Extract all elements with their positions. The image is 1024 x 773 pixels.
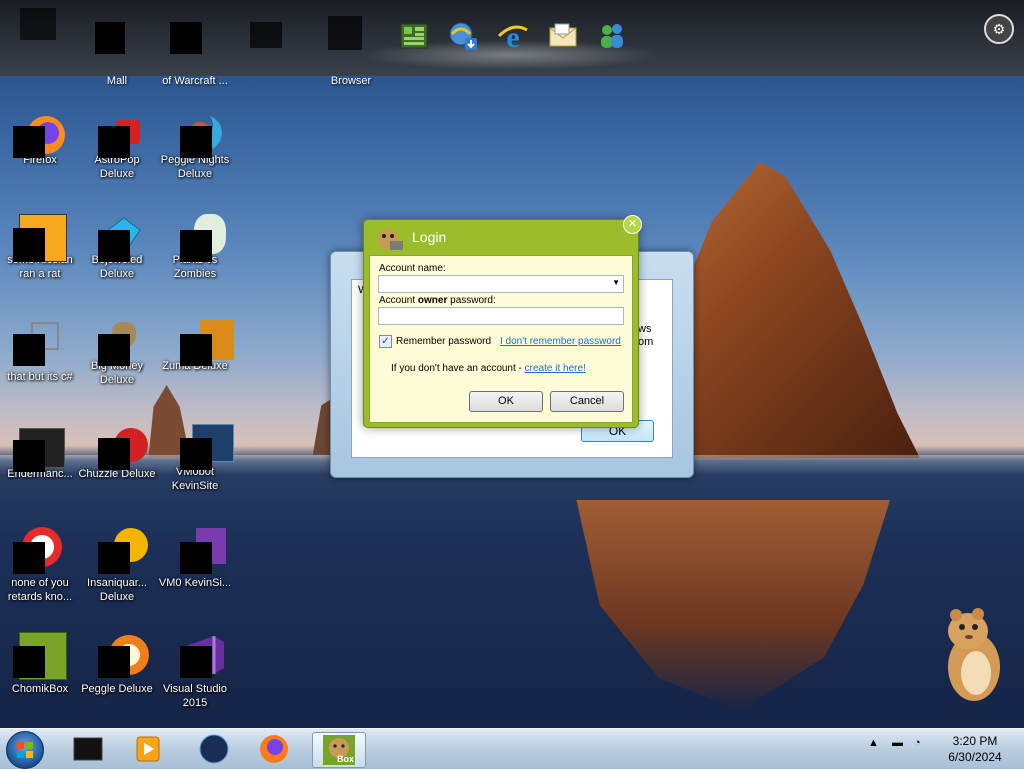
cancel-button[interactable]: Cancel bbox=[550, 391, 624, 412]
remember-password-checkbox[interactable]: ✓ bbox=[379, 335, 392, 348]
clock-time: 3:20 PM bbox=[952, 734, 998, 748]
dock-hidden-icon[interactable] bbox=[250, 22, 282, 48]
desktop-icon-none-of-you[interactable]: none of you retards kno... bbox=[0, 527, 80, 604]
desktop-icon-firefox[interactable]: Firefox bbox=[0, 116, 80, 167]
password-label: Account owner password: bbox=[379, 295, 496, 306]
login-dialog-body: Account name: ▼ Account owner password: … bbox=[369, 255, 633, 423]
messenger-icon[interactable] bbox=[596, 20, 628, 52]
desktop-icon-chomikbox[interactable]: ChomikBox bbox=[0, 632, 80, 696]
dock-hidden-icon[interactable] bbox=[95, 22, 125, 54]
desktop-icon-some-russian[interactable]: some russian ran a rat bbox=[0, 214, 80, 281]
desktop-icon-chuzzle[interactable]: Chuzzle Deluxe bbox=[77, 428, 157, 481]
minecraft-icon[interactable] bbox=[398, 20, 430, 52]
login-dialog: Login ✕ Account name: ▼ Account owner pa… bbox=[363, 215, 642, 428]
top-dock: e Mall of Warcraft ... Browser ⚙ bbox=[0, 0, 1024, 87]
taskbar-app-chomikbox[interactable]: Box bbox=[312, 732, 366, 768]
dock-hidden-icon[interactable] bbox=[20, 8, 56, 40]
clock-date: 6/30/2024 bbox=[948, 750, 1002, 764]
desktop-icon-label: VM0 KevinSi... bbox=[158, 577, 232, 589]
background-dialog-text: om bbox=[638, 336, 654, 348]
mail-icon[interactable] bbox=[547, 20, 579, 52]
hamster-logo-icon bbox=[378, 229, 403, 250]
password-label-prefix: Account bbox=[379, 295, 418, 306]
desktop-icon-big-money[interactable]: Big Money Deluxe bbox=[77, 322, 157, 387]
desktop-icon-visual-studio[interactable]: Visual Studio 2015 bbox=[155, 632, 235, 710]
account-name-field[interactable]: ▼ bbox=[378, 275, 624, 293]
dock-label-browser[interactable]: Browser bbox=[306, 75, 396, 87]
desktop-icon-label: none of you retards kno... bbox=[7, 577, 73, 603]
no-account-text: If you don't have an account - bbox=[391, 363, 525, 374]
dock-hidden-icon[interactable] bbox=[328, 16, 362, 50]
login-dialog-title: Login bbox=[412, 229, 447, 245]
hamster-mascot-icon[interactable] bbox=[938, 605, 1008, 705]
file-manager-icon bbox=[73, 737, 103, 761]
internet-explorer-icon[interactable]: e bbox=[497, 20, 529, 52]
dock-settings-icon[interactable]: ⚙ bbox=[984, 14, 1014, 44]
monitor-icon[interactable]: ▬ bbox=[892, 737, 903, 749]
forgot-password-link[interactable]: I don't remember password bbox=[500, 336, 621, 347]
media-player-icon bbox=[136, 736, 160, 762]
desktop-icon-zuma[interactable]: Zuma Deluxe bbox=[155, 320, 235, 373]
network-icon[interactable]: ◔ bbox=[914, 737, 921, 749]
password-label-suffix: password: bbox=[447, 295, 496, 306]
chevron-down-icon[interactable]: ▼ bbox=[612, 278, 620, 287]
create-account-link[interactable]: create it here! bbox=[525, 363, 586, 374]
desktop-icon-label: ChomikBox bbox=[11, 683, 69, 695]
no-account-row: If you don't have an account - create it… bbox=[391, 363, 586, 374]
desktop-icon-label: Insaniquar... Deluxe bbox=[87, 577, 147, 603]
desktop-icon-bejeweled[interactable]: Bejeweled Deluxe bbox=[77, 216, 157, 281]
tray-expand-icon[interactable]: ▲ bbox=[868, 737, 879, 749]
ok-button[interactable]: OK bbox=[469, 391, 543, 412]
desktop-icon-peggle-nights[interactable]: Peggle Nights Deluxe bbox=[155, 116, 235, 181]
taskbar-app-media-player[interactable] bbox=[122, 732, 174, 766]
taskbar: Box ▲ ▬ ◔ 3:20 PM 6/30/2024 bbox=[0, 728, 1024, 769]
desktop-icon-label: that but its c# bbox=[7, 371, 73, 383]
desktop-icon-pvz[interactable]: Plants vs Zombies bbox=[155, 214, 235, 281]
taskbar-app-file-manager[interactable] bbox=[62, 732, 114, 766]
background-dialog-text: ws bbox=[638, 323, 652, 335]
taskbar-app-globe[interactable] bbox=[188, 732, 240, 766]
chomikbox-badge: Box bbox=[337, 754, 355, 764]
taskbar-app-firefox[interactable] bbox=[248, 732, 300, 766]
remember-password-label: Remember password bbox=[396, 336, 492, 347]
desktop-icon-label: Peggle Deluxe bbox=[81, 683, 153, 695]
desktop-icon-insaniquarium[interactable]: Insaniquar... Deluxe bbox=[77, 528, 157, 604]
start-button[interactable] bbox=[6, 731, 44, 769]
firefox-icon bbox=[260, 735, 288, 763]
close-icon[interactable]: ✕ bbox=[623, 215, 642, 234]
dock-hidden-icon[interactable] bbox=[170, 22, 202, 54]
clock[interactable]: 3:20 PM 6/30/2024 bbox=[940, 733, 1010, 765]
dock-label-mall[interactable]: Mall bbox=[72, 75, 162, 87]
windows-logo-icon bbox=[17, 742, 33, 758]
globe-icon bbox=[199, 734, 229, 764]
desktop-icon-peggle-deluxe[interactable]: Peggle Deluxe bbox=[77, 632, 157, 696]
system-tray: ▲ ▬ ◔ bbox=[868, 737, 921, 749]
desktop-icon-that-but-its-csharp[interactable]: that but its c# bbox=[0, 322, 80, 384]
desktop-icon-vm0-kevinsite[interactable]: VM0 KevinSi... bbox=[155, 528, 235, 590]
desktop-icon-endermanc[interactable]: Endermanc... bbox=[0, 428, 80, 481]
desktop-icon-vm0b0t[interactable]: VM0b0t KevinSite bbox=[155, 424, 235, 493]
dock-label-warcraft[interactable]: of Warcraft ... bbox=[150, 75, 240, 87]
desktop-icon-label: Visual Studio 2015 bbox=[162, 683, 227, 709]
account-name-label: Account name: bbox=[379, 263, 446, 274]
password-field[interactable] bbox=[378, 307, 624, 325]
ie-download-icon[interactable] bbox=[447, 20, 479, 52]
password-label-bold: owner bbox=[417, 295, 448, 306]
desktop-icon-astropop[interactable]: AstroPop Deluxe bbox=[77, 116, 157, 181]
